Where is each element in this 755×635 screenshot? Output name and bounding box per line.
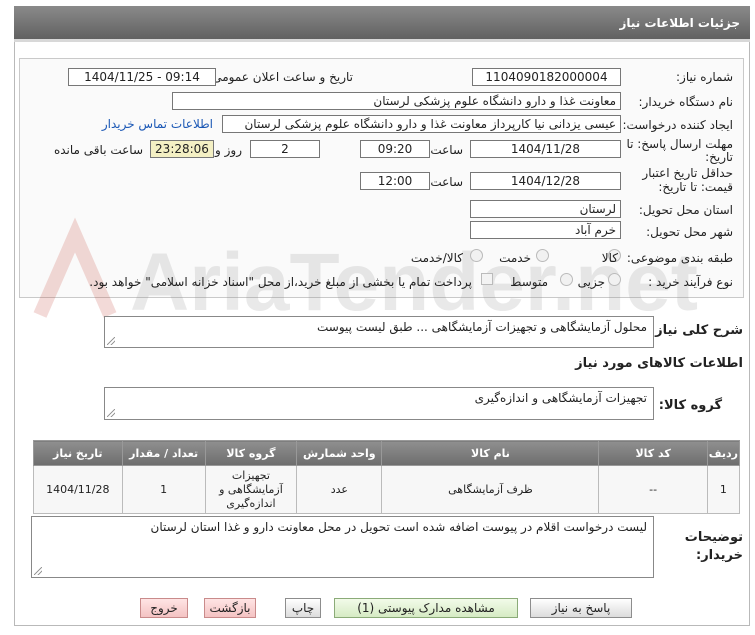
buyer-org-field: معاونت غذا و دارو دانشگاه علوم پزشکی لرس… <box>172 92 621 110</box>
buyer-org-label: نام دستگاه خریدار: <box>638 95 734 109</box>
resize-grip-icon[interactable] <box>107 409 115 417</box>
validity-time-label: ساعت <box>430 175 463 189</box>
col-item-name: نام کالا <box>381 440 600 466</box>
cell-group: تجهیزات آزمایشگاهی و اندازه‌گیری <box>204 465 298 514</box>
goods-info-heading: اطلاعات کالاهای مورد نیاز <box>575 356 743 371</box>
buyer-notes-textarea: لیست درخواست اقلام در پیوست اضافه شده اس… <box>31 516 654 578</box>
col-row-number: ردیف <box>706 440 741 466</box>
process-type-label: نوع فرآیند خرید : <box>648 275 733 289</box>
buyer-notes-text: لیست درخواست اقلام در پیوست اضافه شده اس… <box>150 520 647 534</box>
col-unit: واحد شمارش <box>296 440 383 466</box>
goods-group-textarea: تجهیزات آزمایشگاهی و اندازه‌گیری <box>104 387 654 420</box>
col-group: گروه کالا <box>204 440 298 466</box>
back-button[interactable]: بازگشت <box>204 598 256 618</box>
city-label: شهر محل تحویل: <box>646 225 733 239</box>
resize-grip-icon[interactable] <box>107 337 115 345</box>
view-attachments-button[interactable]: مشاهده مدارک پیوستی (1) <box>334 598 518 618</box>
table-header-row: ردیف کد کالا نام کالا واحد شمارش گروه کا… <box>33 440 741 466</box>
process-radio-minor[interactable] <box>608 273 621 286</box>
category-label: طبقه بندی موضوعی: <box>626 251 733 265</box>
cell-item-name: ظرف آزمایشگاهی <box>381 465 600 514</box>
process-option-medium: متوسط <box>510 275 548 289</box>
deadline-date-field: 1404/11/28 <box>470 140 621 158</box>
table-row[interactable]: 1 -- ظرف آزمایشگاهی عدد تجهیزات آزمایشگا… <box>33 465 741 514</box>
validity-label-line2: قیمت: تا تاریخ: <box>658 180 733 194</box>
deadline-time-label: ساعت <box>430 143 463 157</box>
category-radio-service[interactable] <box>536 249 549 262</box>
print-button[interactable]: چاپ <box>285 598 321 618</box>
col-quantity: تعداد / مقدار <box>121 440 206 466</box>
days-remaining-field: 2 <box>250 140 320 158</box>
category-radio-goods-service[interactable] <box>470 249 483 262</box>
treasury-payment-note: پرداخت تمام یا بخشی از مبلغ خرید،از محل … <box>89 275 472 289</box>
resize-grip-icon[interactable] <box>34 567 42 575</box>
items-table: ردیف کد کالا نام کالا واحد شمارش گروه کا… <box>33 440 741 514</box>
validity-date-field: 1404/12/28 <box>470 172 621 190</box>
category-option-goods: کالا <box>601 251 618 265</box>
city-field: خرم آباد <box>470 221 621 239</box>
reply-button[interactable]: پاسخ به نیاز <box>530 598 632 618</box>
window-titlebar: جزئیات اطلاعات نیاز <box>14 6 750 42</box>
treasury-payment-checkbox[interactable] <box>481 273 493 285</box>
need-number-label: شماره نیاز: <box>676 70 733 84</box>
process-option-minor: جزیی <box>577 275 605 289</box>
category-option-goods-service: کالا/خدمت <box>410 251 463 265</box>
need-number-field: 1104090182000004 <box>472 68 621 86</box>
days-label: روز و <box>215 143 242 157</box>
summary-textarea: محلول آزمایشگاهی و تجهیزات آزمایشگاهی ..… <box>104 316 654 348</box>
creator-field: عیسی یزدانی نیا کارپرداز معاونت غذا و دا… <box>222 115 621 133</box>
validity-label-line1: حداقل تاریخ اعتبار <box>642 166 733 180</box>
category-option-service: خدمت <box>499 251 531 265</box>
buyer-notes-label-line2: خریدار: <box>696 548 743 563</box>
cell-unit: عدد <box>296 465 383 514</box>
remaining-time-field: 23:28:06 <box>150 140 214 158</box>
province-field: لرستان <box>470 200 621 218</box>
buyer-contact-link[interactable]: اطلاعات تماس خریدار <box>102 117 213 131</box>
cell-item-code: -- <box>598 465 708 514</box>
deadline-label-line2: تاریخ: <box>705 150 733 164</box>
cell-need-date: 1404/11/28 <box>33 465 123 514</box>
validity-time-field: 12:00 <box>360 172 430 190</box>
summary-label: شرح کلی نیاز: <box>649 323 743 338</box>
remaining-time-label: ساعت باقی مانده <box>53 143 143 157</box>
buyer-notes-label-line1: توضیحات <box>684 530 743 545</box>
cell-row-number: 1 <box>706 465 741 514</box>
deadline-label-line1: مهلت ارسال پاسخ: تا <box>626 137 733 151</box>
exit-button[interactable]: خروج <box>140 598 188 618</box>
col-item-code: کد کالا <box>598 440 708 466</box>
window-title: جزئیات اطلاعات نیاز <box>619 16 740 30</box>
summary-text: محلول آزمایشگاهی و تجهیزات آزمایشگاهی ..… <box>317 320 647 334</box>
goods-group-text: تجهیزات آزمایشگاهی و اندازه‌گیری <box>474 391 647 405</box>
province-label: استان محل تحویل: <box>638 203 733 217</box>
deadline-time-field: 09:20 <box>360 140 430 158</box>
process-radio-medium[interactable] <box>560 273 573 286</box>
announce-date-label: تاریخ و ساعت اعلان عمومی: <box>208 70 353 84</box>
cell-quantity: 1 <box>121 465 206 514</box>
goods-group-label: گروه کالا: <box>658 398 722 413</box>
announce-date-field: 1404/11/25 - 09:14 <box>68 68 216 86</box>
creator-label: ایجاد کننده درخواست: <box>622 118 733 132</box>
col-need-date: تاریخ نیاز <box>33 440 123 466</box>
